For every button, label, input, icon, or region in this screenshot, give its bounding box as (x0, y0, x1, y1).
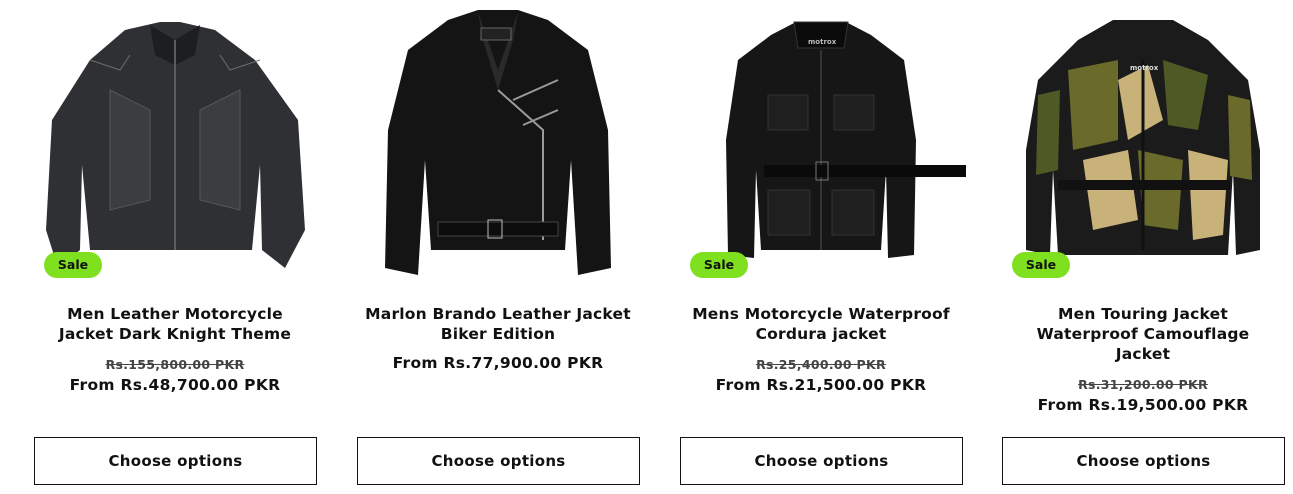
product-card[interactable]: motrox Sale Men Touring Jacket Waterproo… (998, 0, 1288, 494)
price-block: Rs.25,400.00 PKR From Rs.21,500.00 PKR (676, 356, 966, 396)
leather-jacket-image (46, 22, 305, 268)
compare-at-price: Rs.31,200.00 PKR (1078, 377, 1208, 392)
product-title-line[interactable]: Mens Motorcycle Waterproof (676, 304, 966, 324)
product-title-line[interactable]: Jacket (998, 344, 1288, 364)
price-block: Rs.31,200.00 PKR From Rs.19,500.00 PKR (998, 376, 1288, 416)
sale-badge: Sale (690, 252, 748, 278)
brand-logo-text: motrox (808, 38, 837, 46)
cordura-jacket-image: motrox (726, 21, 966, 258)
camouflage-jacket-image: motrox (1026, 20, 1260, 255)
price-block: Rs.155,800.00 PKR From Rs.48,700.00 PKR (30, 356, 320, 396)
product-title-line[interactable]: Men Touring Jacket (998, 304, 1288, 324)
product-image[interactable]: motrox (998, 0, 1288, 290)
product-title-line[interactable]: Marlon Brando Leather Jacket (353, 304, 643, 324)
choose-options-button[interactable]: Choose options (357, 437, 640, 485)
product-title-line[interactable]: Men Leather Motorcycle (30, 304, 320, 324)
sale-badge: Sale (44, 252, 102, 278)
brand-logo-text: motrox (1130, 64, 1159, 72)
product-title-line[interactable]: Jacket Dark Knight Theme (30, 324, 320, 344)
product-image[interactable]: motrox (676, 0, 966, 290)
product-card[interactable]: Sale Men Leather Motorcycle Jacket Dark … (30, 0, 320, 494)
product-card[interactable]: Marlon Brando Leather Jacket Biker Editi… (353, 0, 643, 494)
sale-price: From Rs.19,500.00 PKR (1037, 396, 1249, 414)
product-title-line[interactable]: Waterproof Camouflage (998, 324, 1288, 344)
sale-price: From Rs.48,700.00 PKR (69, 376, 281, 394)
biker-jacket-image (385, 10, 611, 275)
product-card[interactable]: motrox Sale Mens Motorcycle Waterproof C… (676, 0, 966, 494)
choose-options-button[interactable]: Choose options (680, 437, 963, 485)
price: From Rs.77,900.00 PKR (392, 354, 604, 372)
compare-at-price: Rs.25,400.00 PKR (756, 357, 886, 372)
product-title-line[interactable]: Cordura jacket (676, 324, 966, 344)
choose-options-button[interactable]: Choose options (1002, 437, 1285, 485)
sale-price: From Rs.21,500.00 PKR (715, 376, 927, 394)
product-title[interactable]: Mens Motorcycle Waterproof Cordura jacke… (676, 304, 966, 344)
product-image[interactable] (30, 0, 320, 290)
price-block: From Rs.77,900.00 PKR (353, 352, 643, 374)
product-image[interactable] (353, 0, 643, 290)
choose-options-button[interactable]: Choose options (34, 437, 317, 485)
product-title-line[interactable]: Biker Edition (353, 324, 643, 344)
product-grid: Sale Men Leather Motorcycle Jacket Dark … (0, 0, 1293, 494)
compare-at-price: Rs.155,800.00 PKR (105, 357, 245, 372)
product-title[interactable]: Men Leather Motorcycle Jacket Dark Knigh… (30, 304, 320, 344)
product-title[interactable]: Men Touring Jacket Waterproof Camouflage… (998, 304, 1288, 364)
sale-badge: Sale (1012, 252, 1070, 278)
product-title[interactable]: Marlon Brando Leather Jacket Biker Editi… (353, 304, 643, 344)
